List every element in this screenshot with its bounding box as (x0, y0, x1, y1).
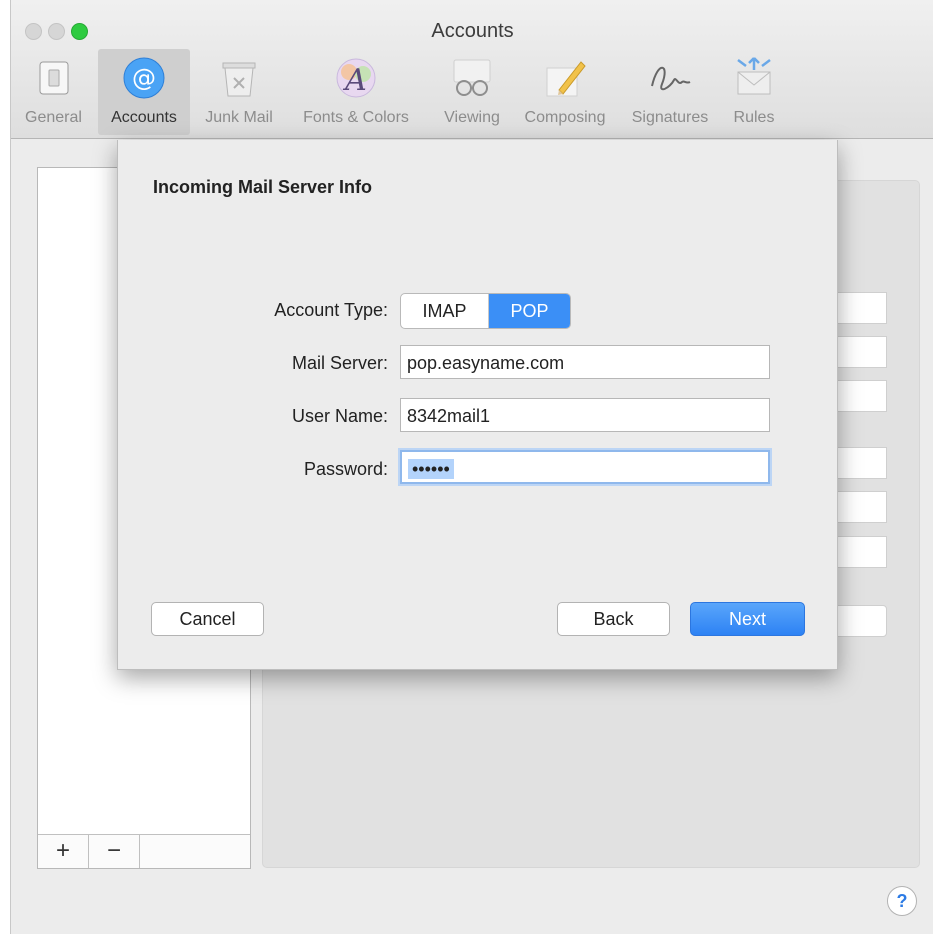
account-type-label: Account Type: (274, 300, 388, 320)
svg-text:A: A (342, 63, 367, 98)
at-sign-icon: @ (123, 57, 165, 99)
toolbar-general[interactable]: General (11, 49, 96, 135)
toolbar-composing-label: Composing (524, 109, 606, 126)
help-button[interactable]: ? (887, 886, 917, 916)
mail-server-label: Mail Server: (291, 353, 388, 373)
trash-bin-icon (222, 62, 256, 97)
toolbar-junk-mail[interactable]: Junk Mail (194, 49, 284, 135)
user-name-field[interactable]: 8342mail1 (400, 398, 770, 432)
user-name-value: 8342mail1 (407, 406, 491, 426)
account-type-pop[interactable]: POP (489, 294, 570, 328)
toolbar-general-label: General (25, 109, 82, 126)
glasses-icon (453, 59, 491, 96)
font-palette-icon: A (336, 58, 376, 98)
toolbar-rules[interactable]: Rules (724, 49, 784, 135)
incoming-mail-server-sheet: Incoming Mail Server Info Account Type: … (117, 140, 838, 670)
general-switch-icon (39, 61, 68, 95)
mail-server-value: pop.easyname.com (407, 353, 565, 373)
toolbar-viewing-label: Viewing (444, 109, 500, 126)
password-masked-value: •••••• (408, 459, 454, 479)
toolbar-rules-label: Rules (733, 109, 775, 126)
toolbar-viewing[interactable]: Viewing (432, 49, 512, 135)
toolbar-fonts-colors-label: Fonts & Colors (303, 109, 409, 126)
pencil-icon (546, 61, 586, 97)
toolbar-accounts-label: Accounts (111, 109, 177, 126)
accounts-list-toolbar: + − (38, 834, 250, 868)
password-label: Password: (303, 459, 388, 479)
toolbar-accounts[interactable]: @ Accounts (98, 49, 190, 135)
next-button[interactable]: Next (690, 602, 805, 636)
toolbar-fonts-colors[interactable]: A Fonts & Colors (291, 49, 421, 135)
back-button[interactable]: Back (557, 602, 670, 636)
signature-icon (651, 66, 691, 91)
toolbar-composing[interactable]: Composing (512, 49, 618, 135)
account-type-segmented-control: IMAP POP (400, 293, 571, 329)
envelope-arrows-icon (737, 57, 771, 95)
sheet-title: Incoming Mail Server Info (153, 177, 373, 197)
toolbar-junk-mail-label: Junk Mail (205, 109, 273, 126)
toolbar-signatures[interactable]: Signatures (622, 49, 718, 135)
mail-server-field[interactable]: pop.easyname.com (400, 345, 770, 379)
cancel-button[interactable]: Cancel (151, 602, 264, 636)
toolbar-signatures-label: Signatures (631, 109, 709, 126)
password-field[interactable]: •••••• (400, 450, 770, 484)
remove-account-button[interactable]: − (89, 835, 140, 868)
add-account-button[interactable]: + (38, 835, 89, 868)
user-name-label: User Name: (291, 406, 388, 426)
title-bar: Accounts General @ Accounts Junk Mail A … (11, 0, 933, 139)
window-title: Accounts (431, 20, 514, 42)
svg-text:@: @ (132, 64, 156, 92)
account-type-imap[interactable]: IMAP (401, 294, 489, 328)
